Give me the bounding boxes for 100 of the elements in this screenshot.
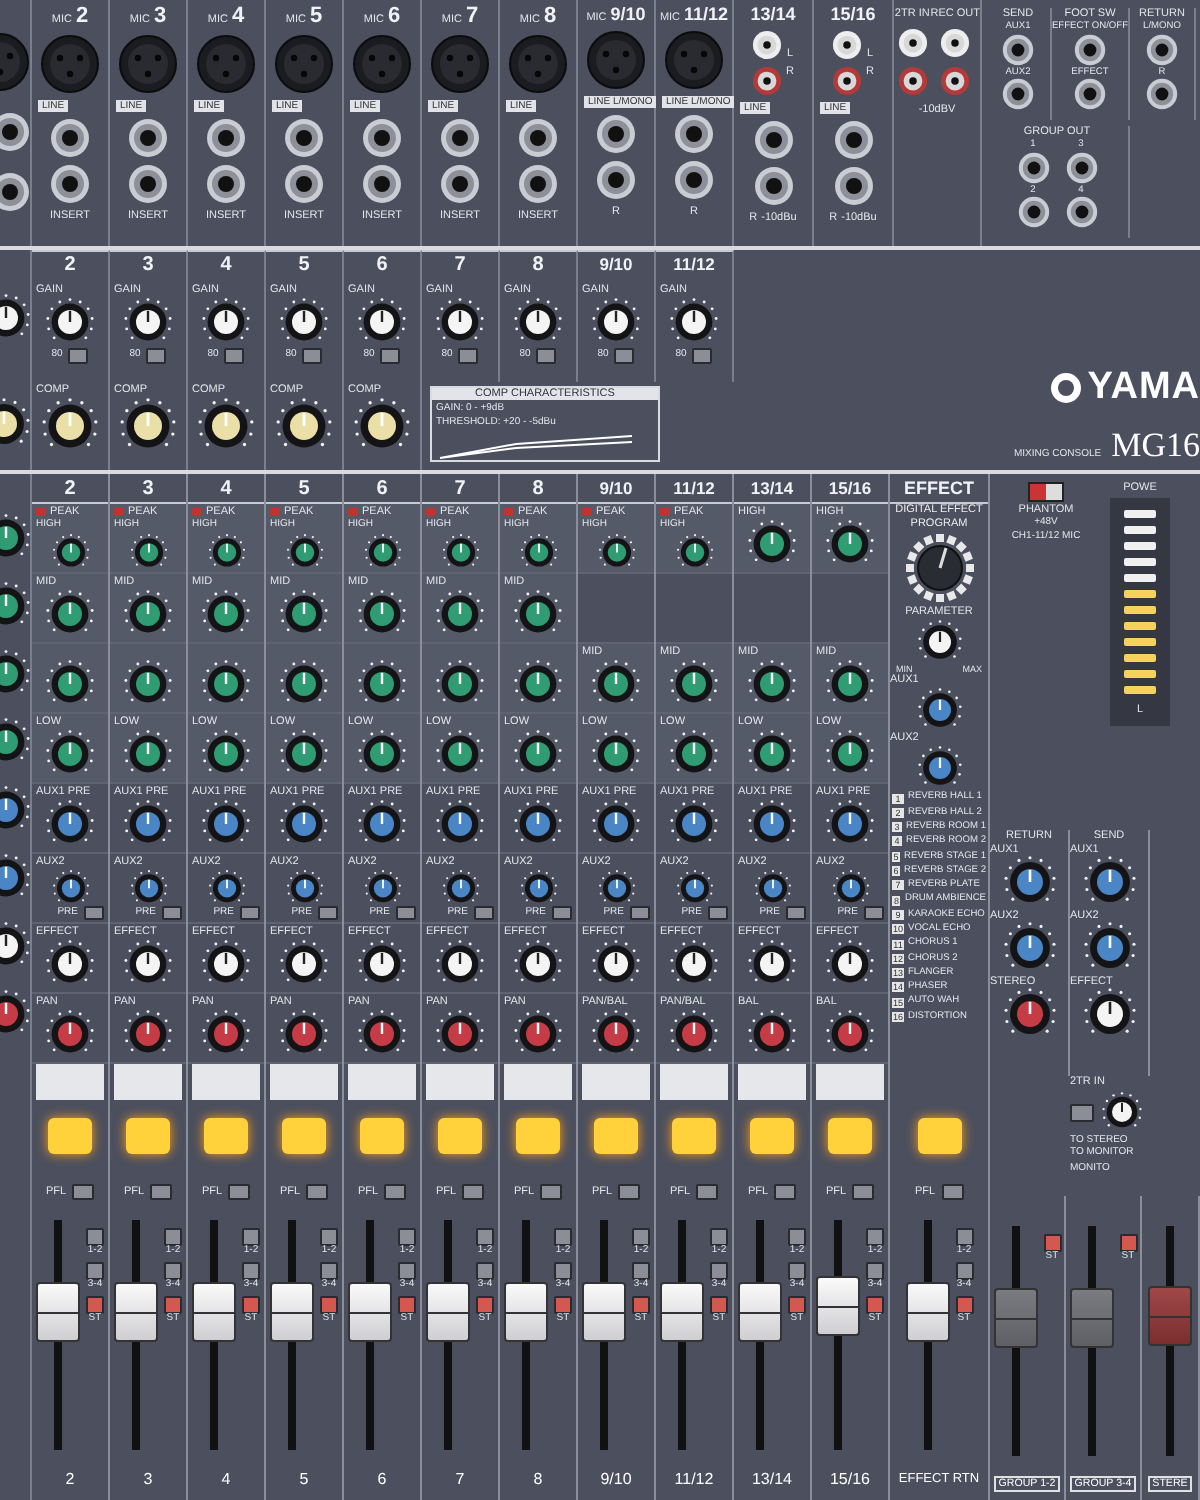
rotary-knob[interactable] xyxy=(748,660,796,708)
rotary-knob[interactable] xyxy=(358,1010,406,1058)
rotary-knob[interactable] xyxy=(285,533,323,570)
rotary-knob[interactable] xyxy=(207,869,245,906)
rotary-knob[interactable] xyxy=(514,660,562,708)
hpf-switch[interactable] xyxy=(380,348,401,365)
fader-knob[interactable] xyxy=(348,1281,392,1342)
monitor-switch[interactable] xyxy=(1070,1103,1094,1122)
rotary-knob[interactable] xyxy=(280,1010,328,1058)
rotary-knob[interactable] xyxy=(358,940,406,988)
rotary-knob[interactable] xyxy=(826,1010,874,1058)
rotary-knob[interactable] xyxy=(748,1010,796,1058)
route-button[interactable] xyxy=(554,1295,572,1313)
rotary-knob[interactable] xyxy=(46,1010,94,1058)
pfl-button[interactable] xyxy=(852,1184,875,1200)
rotary-knob[interactable] xyxy=(597,869,635,906)
fader-knob[interactable] xyxy=(738,1281,782,1342)
rotary-knob[interactable] xyxy=(202,660,250,708)
rotary-knob[interactable] xyxy=(826,800,874,848)
rotary-knob[interactable] xyxy=(826,940,874,988)
pre-switch[interactable] xyxy=(786,906,806,920)
route-button[interactable] xyxy=(866,1261,884,1280)
pre-switch[interactable] xyxy=(162,906,182,920)
route-button[interactable] xyxy=(242,1261,260,1280)
rotary-knob[interactable] xyxy=(519,533,557,570)
pfl-button[interactable] xyxy=(618,1184,641,1200)
pfl-button[interactable] xyxy=(462,1184,485,1200)
route-button[interactable] xyxy=(632,1228,650,1246)
fader-knob[interactable] xyxy=(36,1281,80,1342)
rotary-knob[interactable] xyxy=(46,590,94,638)
route-button[interactable] xyxy=(955,1261,973,1280)
rotary-knob[interactable] xyxy=(441,869,479,906)
pfl-button[interactable] xyxy=(540,1184,563,1200)
route-button[interactable] xyxy=(710,1295,728,1313)
fader-knob[interactable] xyxy=(270,1281,314,1342)
rotary-knob[interactable] xyxy=(514,1010,562,1058)
fader-knob[interactable] xyxy=(426,1281,470,1342)
rotary-knob[interactable] xyxy=(46,940,94,988)
rotary-knob[interactable] xyxy=(124,660,172,708)
pre-switch[interactable] xyxy=(708,906,728,920)
route-button[interactable] xyxy=(632,1295,650,1313)
rotary-knob[interactable] xyxy=(202,590,250,638)
rotary-knob[interactable] xyxy=(436,1010,484,1058)
rotary-knob[interactable] xyxy=(436,940,484,988)
route-button[interactable] xyxy=(320,1295,338,1313)
rotary-knob[interactable] xyxy=(436,730,484,778)
route-button[interactable] xyxy=(398,1228,416,1246)
pre-switch[interactable] xyxy=(474,906,494,920)
rotary-knob[interactable] xyxy=(592,800,640,848)
route-button[interactable] xyxy=(242,1228,260,1246)
hpf-switch[interactable] xyxy=(146,348,167,365)
hpf-switch[interactable] xyxy=(224,348,245,365)
rotary-knob[interactable] xyxy=(675,533,713,570)
rotary-knob[interactable] xyxy=(129,869,167,906)
rotary-knob[interactable] xyxy=(358,590,406,638)
pfl-button[interactable] xyxy=(774,1184,797,1200)
rotary-knob[interactable] xyxy=(124,940,172,988)
rotary-knob[interactable] xyxy=(592,660,640,708)
rotary-knob[interactable] xyxy=(51,533,89,570)
rotary-knob[interactable] xyxy=(280,800,328,848)
route-button[interactable] xyxy=(866,1295,884,1313)
rotary-knob[interactable] xyxy=(358,800,406,848)
rotary-knob[interactable] xyxy=(436,800,484,848)
rotary-knob[interactable] xyxy=(670,800,718,848)
pre-switch[interactable] xyxy=(396,906,416,920)
route-button[interactable] xyxy=(866,1228,884,1246)
hpf-switch[interactable] xyxy=(458,348,479,365)
hpf-switch[interactable] xyxy=(536,348,557,365)
pfl-button[interactable] xyxy=(72,1184,95,1200)
route-button[interactable] xyxy=(164,1261,182,1280)
rotary-knob[interactable] xyxy=(826,520,874,568)
rotary-knob[interactable] xyxy=(124,590,172,638)
route-button[interactable] xyxy=(632,1261,650,1280)
rotary-knob[interactable] xyxy=(46,800,94,848)
route-button[interactable] xyxy=(1119,1234,1137,1252)
pre-switch[interactable] xyxy=(84,906,104,920)
rotary-knob[interactable] xyxy=(280,660,328,708)
rotary-knob[interactable] xyxy=(363,869,401,906)
rotary-knob[interactable] xyxy=(46,660,94,708)
rotary-knob[interactable] xyxy=(46,730,94,778)
fader-knob[interactable] xyxy=(905,1281,949,1342)
route-button[interactable] xyxy=(320,1261,338,1280)
rotary-knob[interactable] xyxy=(670,660,718,708)
rotary-knob[interactable] xyxy=(917,619,961,663)
fader-knob[interactable] xyxy=(504,1281,548,1342)
route-button[interactable] xyxy=(164,1295,182,1313)
fader-knob[interactable] xyxy=(816,1275,860,1335)
rotary-knob[interactable] xyxy=(202,1010,250,1058)
route-button[interactable] xyxy=(710,1261,728,1280)
hpf-switch[interactable] xyxy=(692,348,713,365)
route-button[interactable] xyxy=(86,1228,104,1246)
route-button[interactable] xyxy=(955,1228,973,1246)
hpf-switch[interactable] xyxy=(302,348,323,365)
rotary-knob[interactable] xyxy=(280,590,328,638)
rotary-knob[interactable] xyxy=(917,687,961,732)
rotary-knob[interactable] xyxy=(514,590,562,638)
route-button[interactable] xyxy=(710,1228,728,1246)
rotary-knob[interactable] xyxy=(202,940,250,988)
rotary-knob[interactable] xyxy=(670,730,718,778)
on-button[interactable] xyxy=(917,1118,961,1154)
